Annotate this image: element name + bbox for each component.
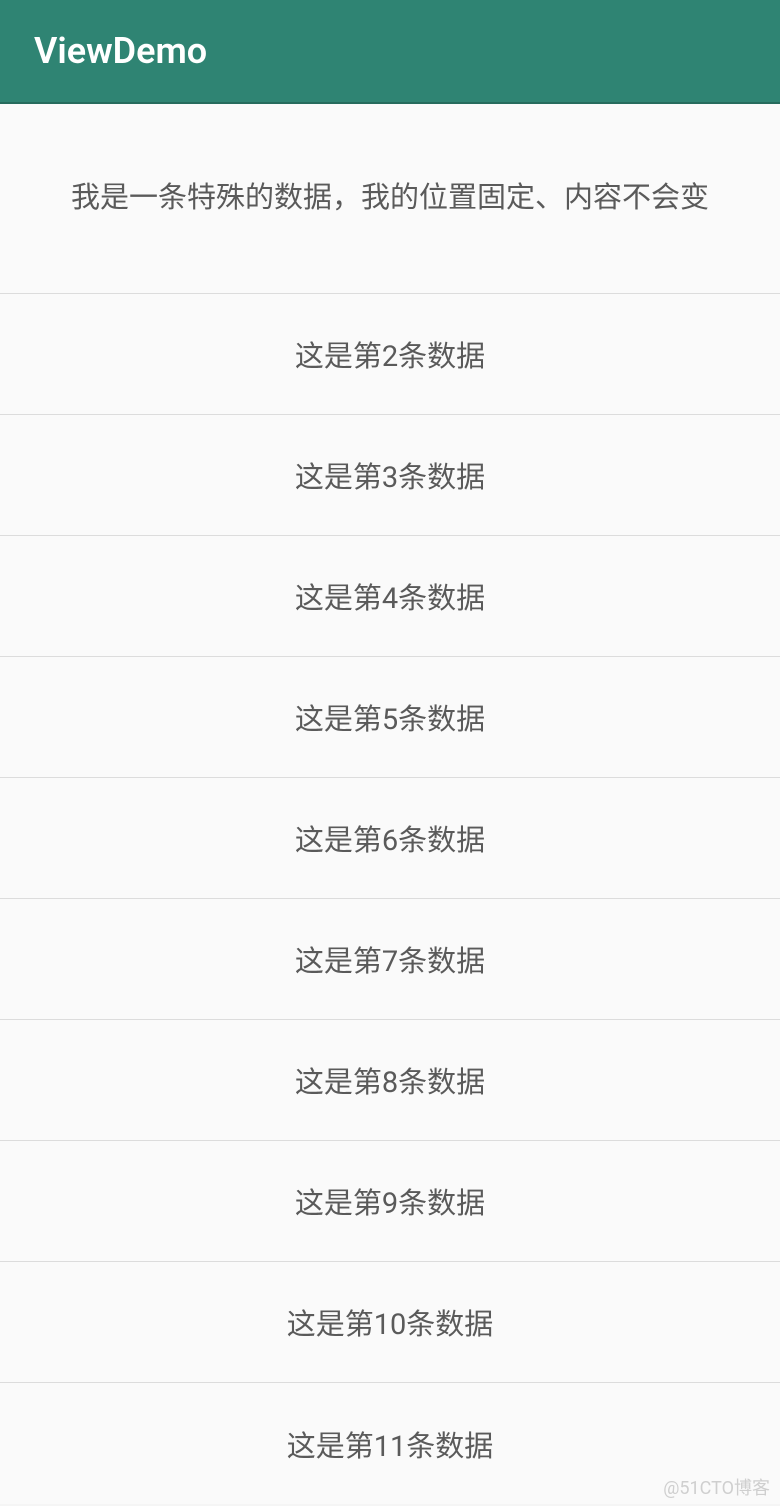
- list-item-text: 这是第9条数据: [295, 1180, 485, 1222]
- list-item-text: 这是第11条数据: [287, 1423, 494, 1465]
- list-header[interactable]: 我是一条特殊的数据，我的位置固定、内容不会变: [0, 104, 780, 294]
- list-item[interactable]: 这是第8条数据: [0, 1020, 780, 1141]
- action-bar: ViewDemo: [0, 0, 780, 104]
- list-item-text: 这是第5条数据: [295, 696, 485, 738]
- list-item-text: 这是第8条数据: [295, 1059, 485, 1101]
- list-item[interactable]: 这是第4条数据: [0, 536, 780, 657]
- list-item-text: 这是第6条数据: [295, 817, 485, 859]
- list-item[interactable]: 这是第7条数据: [0, 899, 780, 1020]
- list-item[interactable]: 这是第9条数据: [0, 1141, 780, 1262]
- list-item-text: 这是第10条数据: [287, 1301, 494, 1343]
- list-item[interactable]: 这是第6条数据: [0, 778, 780, 899]
- list-item[interactable]: 这是第5条数据: [0, 657, 780, 778]
- list-view[interactable]: 我是一条特殊的数据，我的位置固定、内容不会变 这是第2条数据 这是第3条数据 这…: [0, 104, 780, 1504]
- list-item-text: 这是第4条数据: [295, 575, 485, 617]
- app-title: ViewDemo: [34, 30, 207, 72]
- list-item-text: 这是第3条数据: [295, 454, 485, 496]
- list-header-text: 我是一条特殊的数据，我的位置固定、内容不会变: [71, 178, 709, 219]
- list-item[interactable]: 这是第10条数据: [0, 1262, 780, 1383]
- list-item[interactable]: 这是第2条数据: [0, 294, 780, 415]
- list-item[interactable]: 这是第3条数据: [0, 415, 780, 536]
- list-item-text: 这是第7条数据: [295, 938, 485, 980]
- watermark: @51CTO博客: [663, 1474, 770, 1500]
- list-item-text: 这是第2条数据: [295, 333, 485, 375]
